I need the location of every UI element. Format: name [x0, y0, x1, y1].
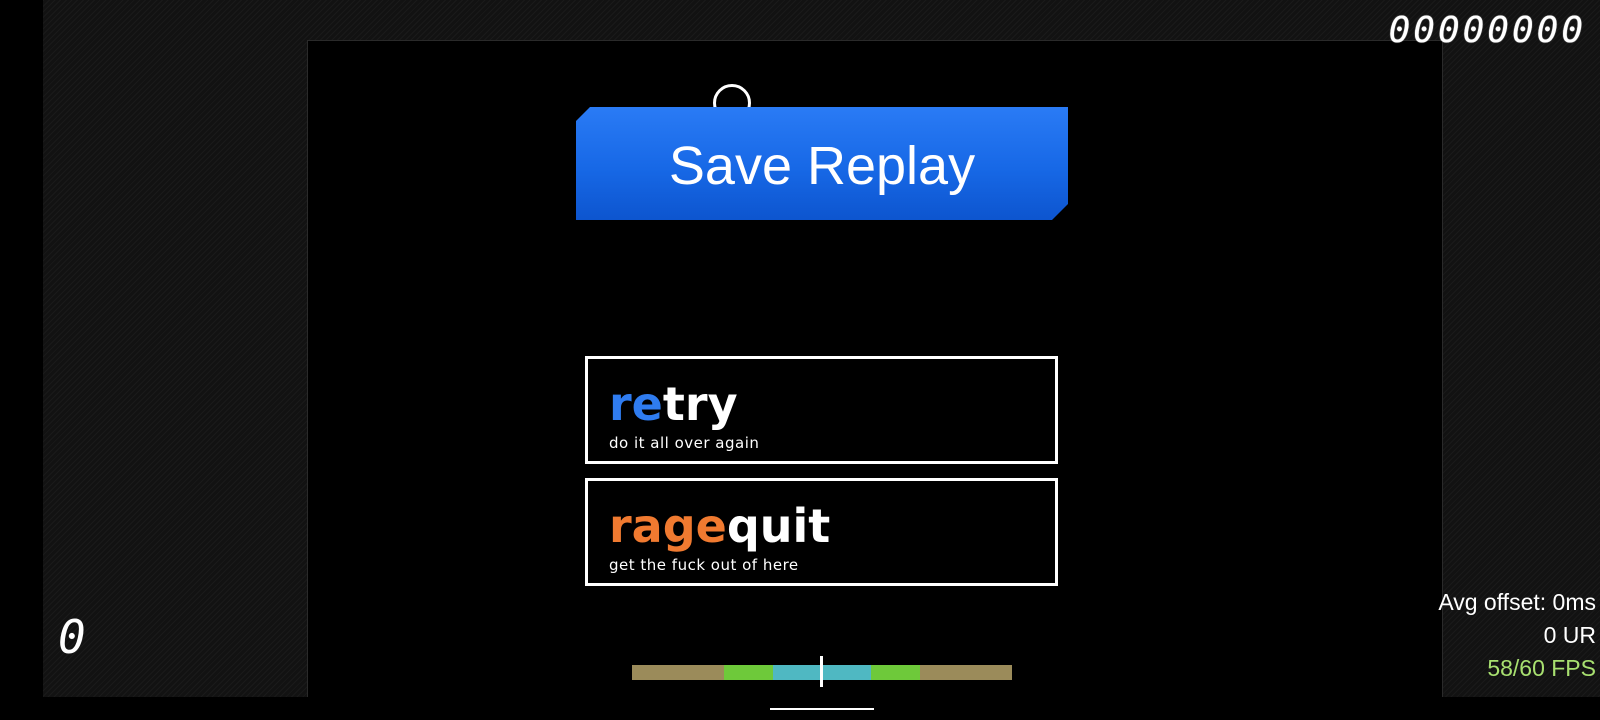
avg-offset-text: Avg offset: 0ms: [1438, 589, 1596, 615]
fps-counter: 58/60 FPS: [1487, 655, 1596, 681]
good-window-right: [871, 665, 920, 680]
meh-window-right: [920, 665, 1012, 680]
combo-counter: 0: [58, 610, 86, 664]
ragequit-subtitle: get the fuck out of here: [609, 556, 799, 574]
score-counter: 00000000: [1388, 10, 1586, 51]
retry-title-highlight: re: [609, 377, 663, 431]
hit-error-center-marker: [820, 656, 823, 687]
unstable-rate-text: 0 UR: [1543, 622, 1596, 648]
ragequit-button[interactable]: ragequit get the fuck out of here: [585, 478, 1058, 586]
save-replay-label: Save Replay: [668, 135, 976, 196]
retry-button[interactable]: retry do it all over again: [585, 356, 1058, 464]
ragequit-title-rest: quit: [726, 499, 831, 553]
retry-title: retry: [609, 379, 738, 429]
left-letterbox: [0, 0, 43, 720]
home-indicator[interactable]: [770, 708, 874, 710]
performance-stats: Avg offset: 0ms 0 UR 58/60 FPS: [1438, 586, 1596, 685]
good-window-left: [724, 665, 773, 680]
fail-title-partial: [640, 78, 1020, 108]
meh-window-left: [632, 665, 724, 680]
ragequit-title-highlight: rage: [609, 499, 727, 553]
ragequit-title: ragequit: [609, 501, 830, 551]
retry-subtitle: do it all over again: [609, 434, 760, 452]
save-replay-button[interactable]: Save Replay: [576, 107, 1068, 220]
retry-title-rest: try: [662, 377, 738, 431]
